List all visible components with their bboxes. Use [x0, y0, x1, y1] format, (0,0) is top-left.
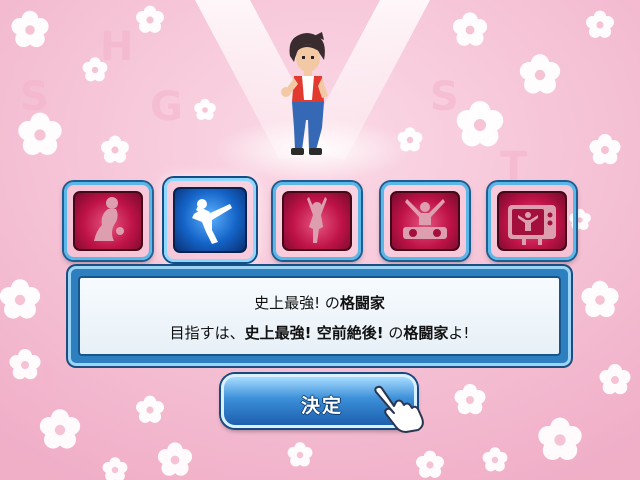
svg-text:I: I: [40, 354, 55, 400]
category-card-tv-star[interactable]: [488, 182, 576, 260]
class-description: 目指すは、史上最強! 空前絶後! の格闘家よ!: [80, 322, 559, 343]
category-card-dj[interactable]: [381, 182, 469, 260]
fighter-character-sprite: [281, 32, 328, 155]
description-panel: 史上最強! の格闘家 目指すは、史上最強! 空前絶後! の格闘家よ!: [78, 276, 561, 356]
television-star-icon: [508, 205, 556, 245]
pointing-hand-icon: [374, 385, 424, 433]
svg-text:S: S: [430, 74, 459, 120]
category-card-dancer[interactable]: [273, 182, 361, 260]
category-card-model[interactable]: [64, 182, 152, 260]
class-description-part3: の: [383, 324, 404, 342]
svg-text:G: G: [150, 84, 183, 130]
class-title: 史上最強! の格闘家: [80, 292, 559, 313]
description-dialog: 史上最強! の格闘家 目指すは、史上最強! 空前絶後! の格闘家よ!: [68, 266, 571, 366]
category-card-fighter[interactable]: [164, 178, 256, 262]
class-description-part1: 目指すは、: [169, 324, 245, 342]
dj-turntable-icon: [403, 199, 447, 239]
class-description-part2: 史上最強! 空前絶後!: [244, 324, 384, 342]
dancer-pose-icon: [307, 197, 327, 243]
martial-artist-kick-icon: [192, 199, 232, 244]
svg-text:S: S: [20, 74, 49, 120]
class-title-part1: 史上最強!: [254, 294, 321, 312]
class-title-part3: 格闘家: [339, 294, 385, 312]
model-pose-icon: [94, 197, 124, 241]
class-title-part2: の: [320, 294, 340, 312]
svg-text:H: H: [100, 24, 133, 70]
class-description-part5: よ!: [448, 324, 470, 342]
class-description-part4: 格闘家: [403, 324, 449, 342]
